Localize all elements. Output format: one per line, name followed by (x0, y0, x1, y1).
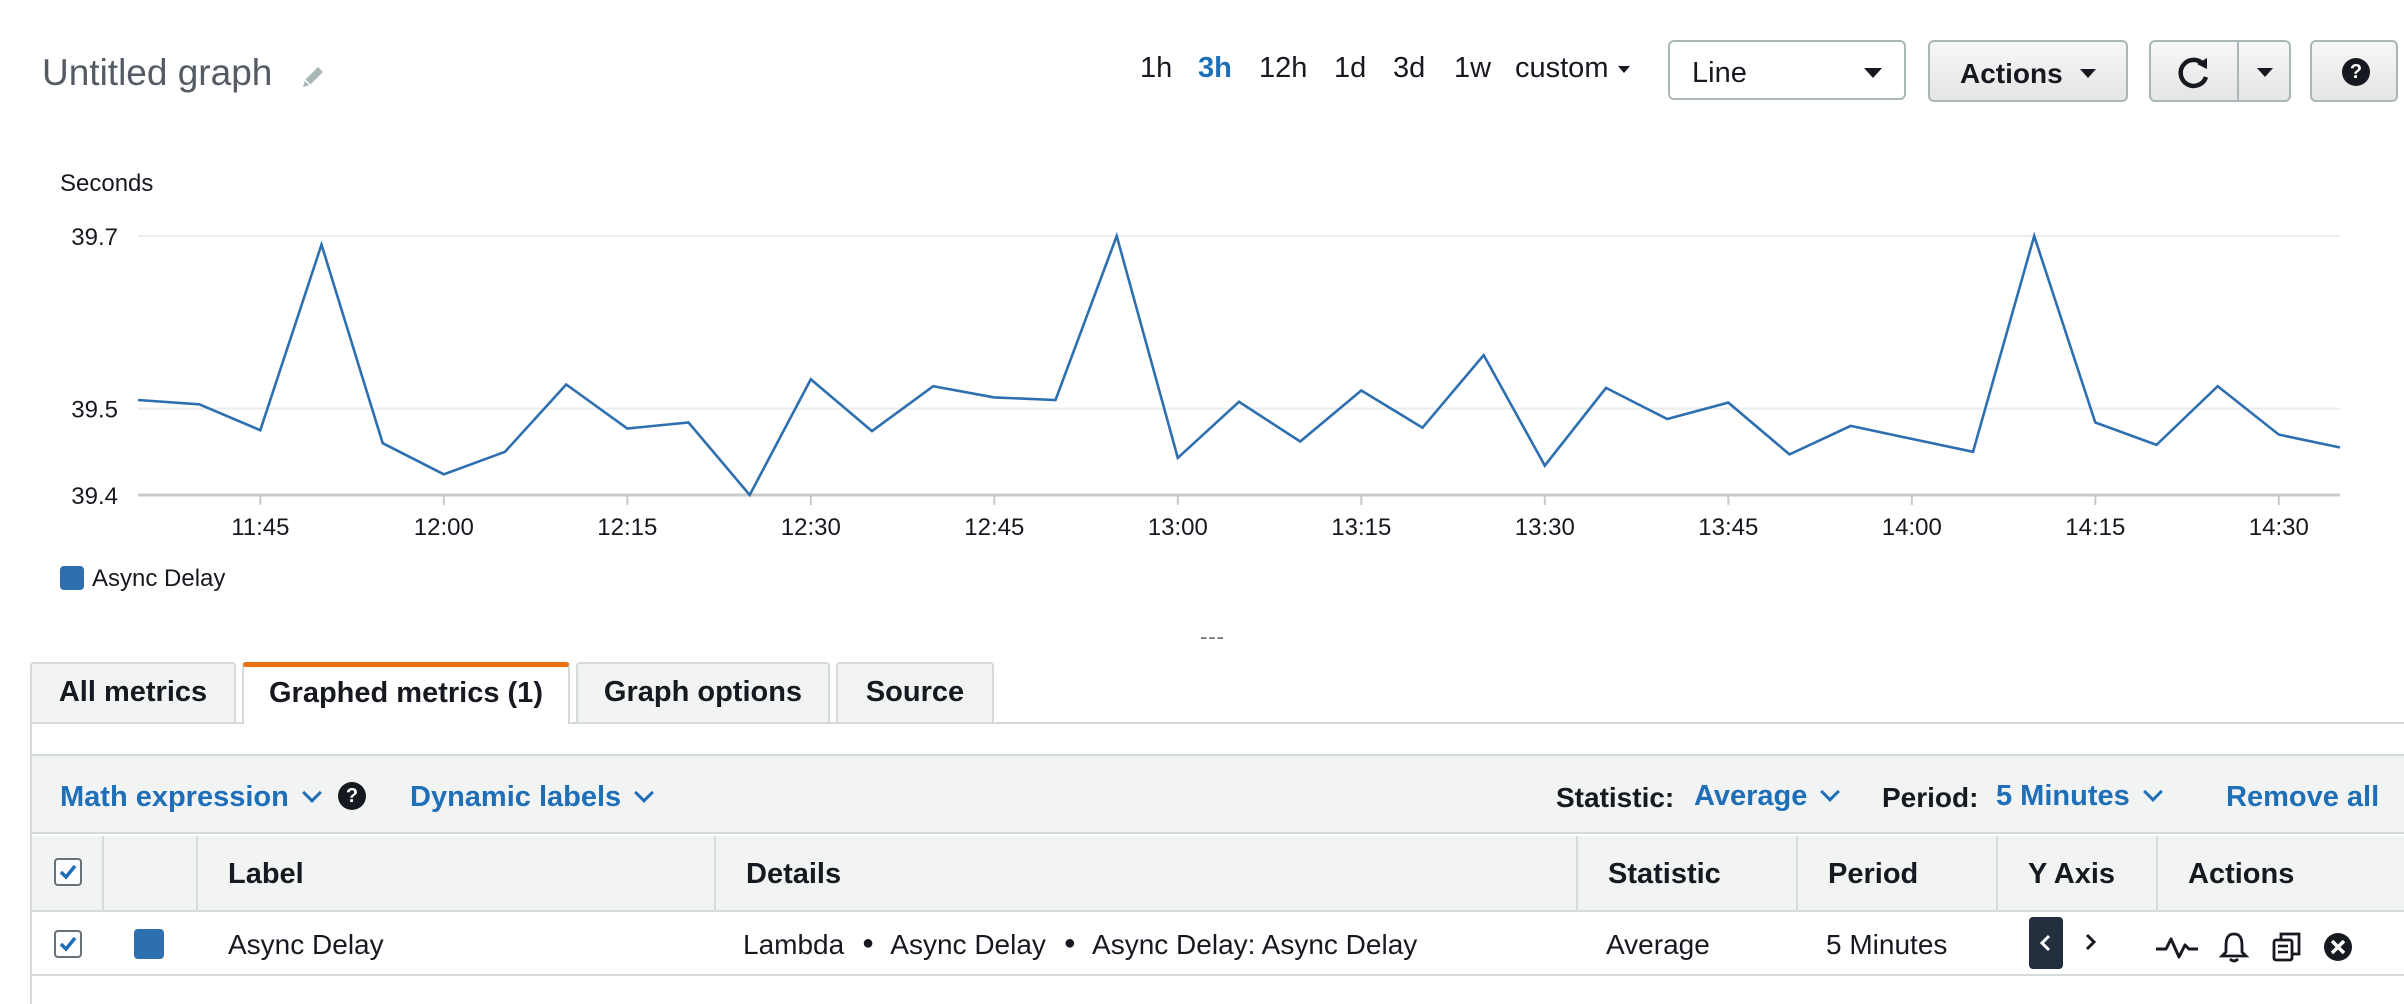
y-axis-right-button[interactable] (2080, 932, 2100, 952)
remove-all-link[interactable]: Remove all (2226, 781, 2379, 814)
period-label: Period: (1882, 782, 1979, 813)
graph-type-value: Line (1692, 57, 1747, 89)
dynamic-labels-label: Dynamic labels (410, 781, 622, 813)
period-value: 5 Minutes (1996, 780, 2130, 812)
help-button[interactable]: ? (2310, 40, 2398, 102)
caret-down-icon (2080, 69, 2096, 78)
column-divider (196, 836, 198, 912)
statistic-label: Statistic: (1556, 782, 1675, 813)
range-custom[interactable]: custom (1515, 52, 1631, 85)
chevron-down-icon (2142, 782, 2163, 802)
column-header-statistic[interactable]: Statistic (1608, 858, 1721, 891)
graph-type-select[interactable]: Line (1668, 40, 1906, 100)
chevron-down-icon (1820, 782, 1841, 802)
x-tick-label: 12:30 (781, 514, 841, 541)
column-header-label[interactable]: Label (228, 858, 304, 891)
bullet-separator: ● (861, 932, 875, 954)
range-1h[interactable]: 1h (1140, 52, 1172, 85)
column-header-period[interactable]: Period (1828, 858, 1918, 891)
details-metric[interactable]: Async Delay: Async Delay (1092, 929, 1417, 960)
chevron-down-icon (634, 783, 655, 803)
details-namespace[interactable]: Lambda (743, 929, 844, 960)
custom-label: custom (1515, 52, 1609, 84)
x-tick-label: 12:00 (414, 514, 474, 541)
actions-button[interactable]: Actions (1928, 40, 2128, 102)
row-period[interactable]: 5 Minutes (1826, 929, 1947, 961)
column-divider (1576, 836, 1578, 912)
tab-graph-options[interactable]: Graph options (576, 662, 830, 722)
column-header-y-axis[interactable]: Y Axis (2028, 858, 2115, 891)
tab-source[interactable]: Source (836, 662, 994, 722)
series-line-async-delay (137, 231, 2341, 498)
statistic-dropdown[interactable]: Average (1694, 780, 1841, 813)
row-statistic[interactable]: Average (1606, 929, 1710, 961)
math-expression-dropdown[interactable]: Math expression (60, 781, 322, 814)
range-1w[interactable]: 1w (1454, 52, 1491, 85)
x-tick-label: 14:15 (2065, 514, 2125, 541)
column-divider (1996, 836, 1998, 912)
column-divider (102, 836, 104, 912)
dynamic-labels-dropdown[interactable]: Dynamic labels (410, 781, 655, 814)
column-divider (1796, 836, 1798, 912)
sparkline-icon[interactable] (2154, 930, 2200, 964)
bullet-separator: ● (1063, 932, 1076, 954)
tab-all-metrics[interactable]: All metrics (30, 662, 236, 722)
column-header-details[interactable]: Details (746, 858, 841, 891)
refresh-options-caret-icon[interactable] (2257, 68, 2273, 77)
math-expression-label: Math expression (60, 781, 289, 813)
tab-graphed-metrics[interactable]: Graphed metrics (1) (242, 662, 570, 724)
x-tick-label: 13:15 (1331, 514, 1391, 541)
range-3h[interactable]: 3h (1198, 52, 1232, 85)
select-all-checkbox[interactable] (54, 858, 82, 886)
x-tick-label: 13:00 (1148, 514, 1208, 541)
column-header-actions[interactable]: Actions (2188, 858, 2294, 891)
range-1d[interactable]: 1d (1334, 52, 1366, 85)
bell-icon[interactable] (2218, 930, 2250, 964)
y-tick-label: 39.4 (71, 483, 118, 510)
caret-down-icon (1618, 65, 1631, 73)
refresh-icon[interactable] (2173, 53, 2213, 93)
range-3d[interactable]: 3d (1393, 52, 1425, 85)
y-axis-left-button[interactable] (2029, 917, 2063, 969)
button-divider (2237, 42, 2239, 100)
x-tick-label: 14:00 (1882, 514, 1942, 541)
caret-down-icon (1864, 68, 1882, 78)
row-details: Lambda ● Async Delay ● Async Delay: Asyn… (743, 929, 1417, 961)
row-label[interactable]: Async Delay (228, 929, 384, 961)
column-divider (2156, 836, 2158, 912)
period-dropdown[interactable]: 5 Minutes (1996, 780, 2163, 813)
x-tick-label: 11:45 (231, 514, 289, 541)
x-tick-label: 14:30 (2249, 514, 2309, 541)
legend-swatch[interactable] (60, 566, 84, 590)
x-tick-label: 13:45 (1698, 514, 1758, 541)
range-12h[interactable]: 12h (1259, 52, 1307, 85)
graph-title: Untitled graph (42, 52, 273, 93)
legend-label[interactable]: Async Delay (92, 565, 225, 593)
statistic-value: Average (1694, 780, 1808, 812)
column-divider (714, 836, 716, 912)
series-color-swatch[interactable] (134, 929, 164, 959)
chevron-down-icon (301, 783, 322, 803)
x-tick-label: 13:30 (1515, 514, 1575, 541)
row-divider (32, 974, 2404, 976)
y-tick-label: 39.5 (71, 397, 118, 424)
actions-label: Actions (1960, 58, 2063, 89)
row-checkbox[interactable] (54, 930, 82, 958)
help-icon: ? (2342, 58, 2370, 86)
refresh-button-group (2149, 40, 2291, 102)
line-chart: 39.7 39.5 39.4 11:45 12:00 12:15 12:30 12:45 13:… (71, 224, 2341, 541)
duplicate-icon[interactable] (2270, 930, 2304, 964)
remove-icon[interactable] (2322, 931, 2354, 963)
x-tick-label: 12:45 (964, 514, 1024, 541)
details-function[interactable]: Async Delay (890, 929, 1046, 960)
pencil-icon[interactable] (298, 62, 328, 92)
help-icon[interactable]: ? (338, 782, 366, 810)
y-tick-label: 39.7 (71, 224, 118, 251)
x-tick-label: 12:15 (597, 514, 657, 541)
resize-handle[interactable]: --- (1200, 624, 1225, 650)
